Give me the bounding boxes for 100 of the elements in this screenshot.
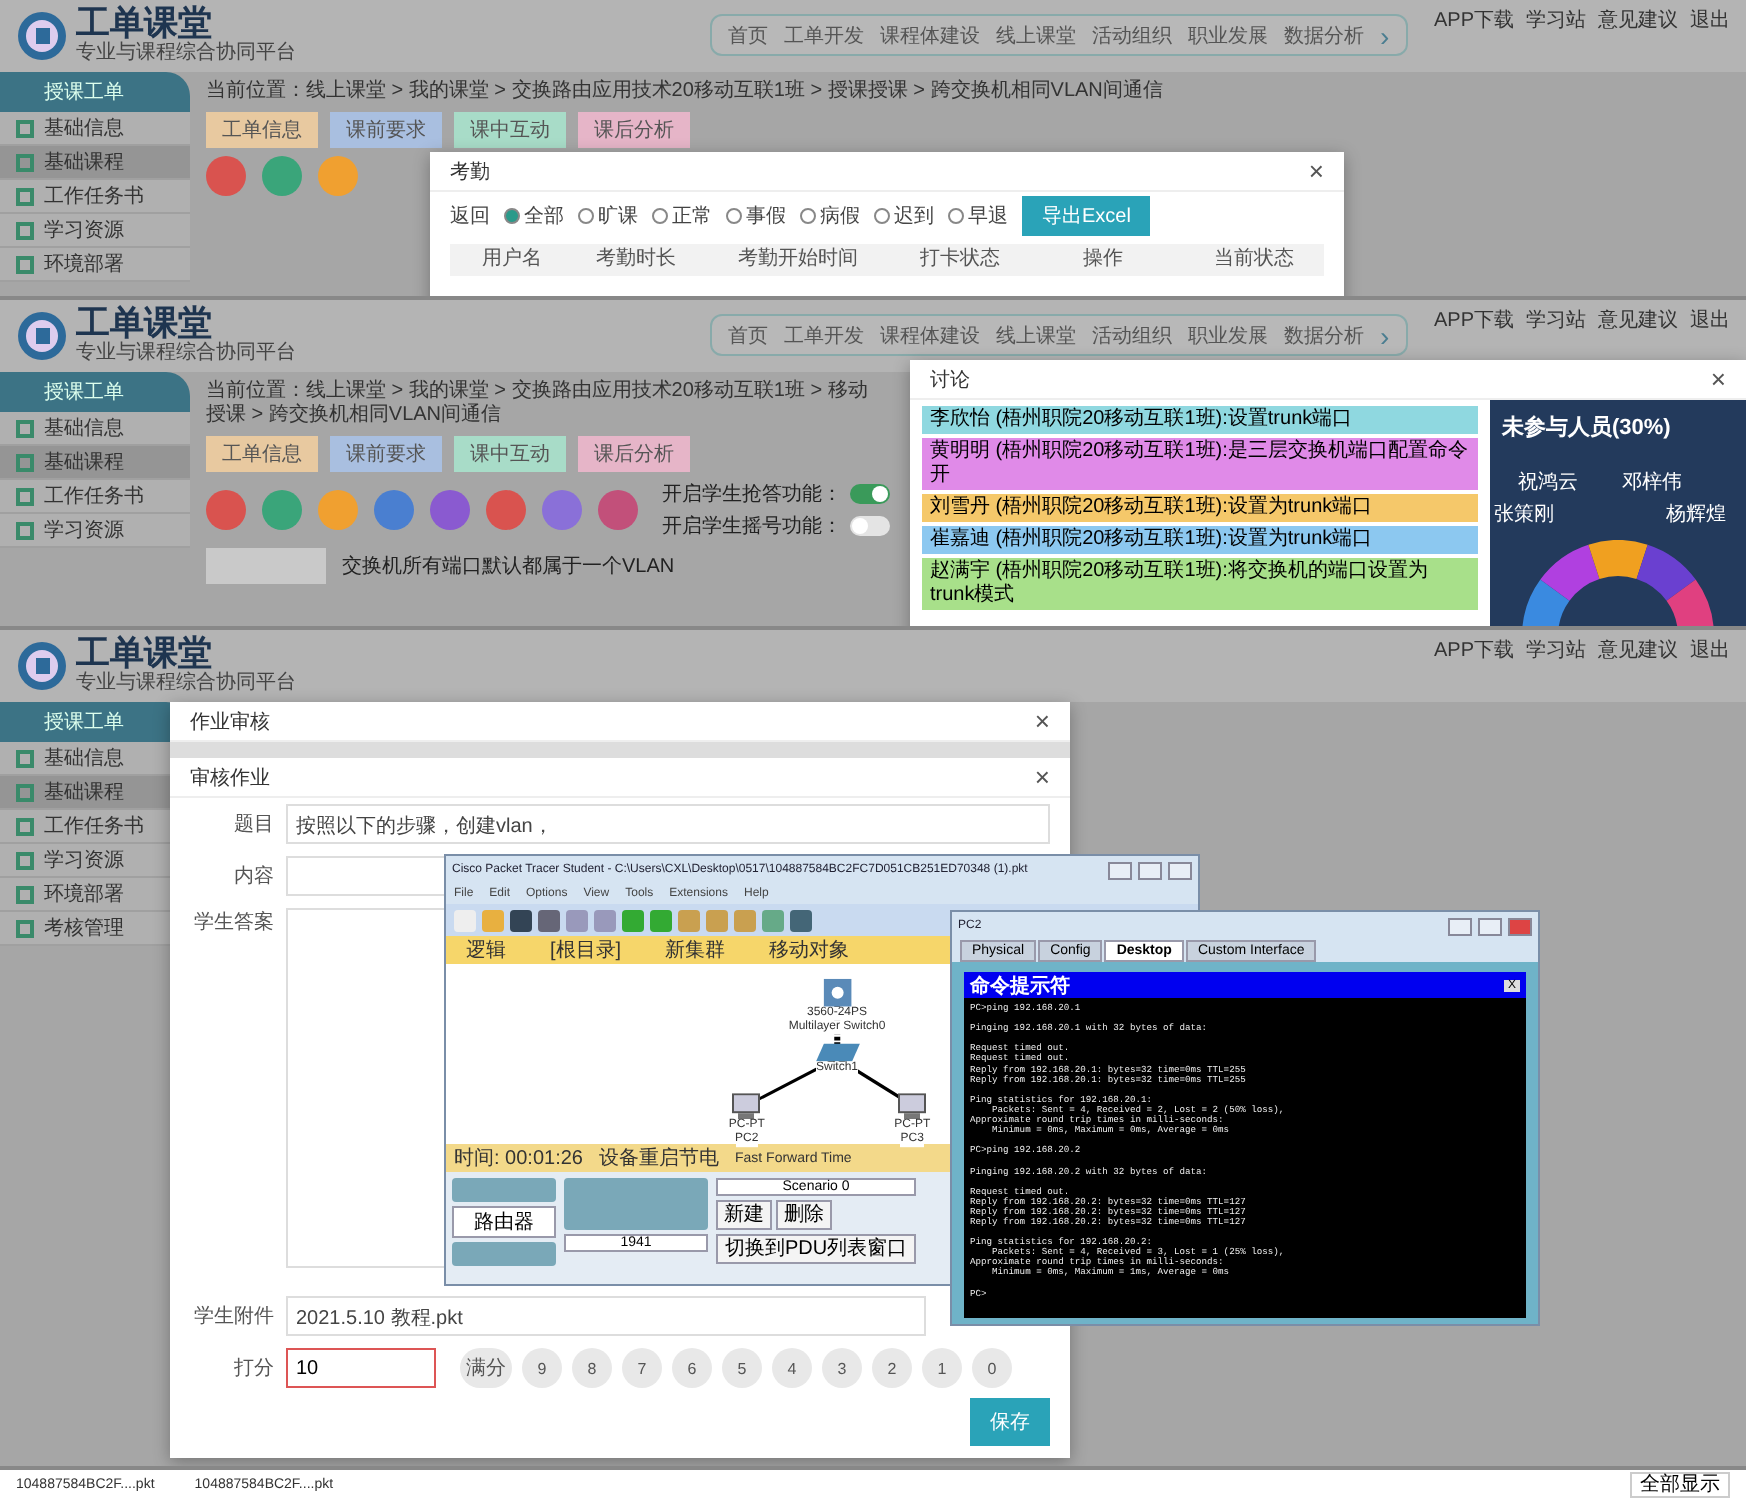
maximize-button[interactable] xyxy=(1478,917,1502,935)
new-button[interactable]: 新建 xyxy=(716,1200,772,1230)
nav-link[interactable]: 课程体建设 xyxy=(880,21,980,49)
delete-button[interactable]: 删除 xyxy=(776,1200,832,1230)
activity-icon[interactable] xyxy=(374,490,414,530)
score-option[interactable]: 2 xyxy=(872,1348,912,1388)
filter-radio[interactable]: 正常 xyxy=(652,202,712,230)
close-button[interactable]: × xyxy=(1710,366,1726,392)
activity-icon[interactable] xyxy=(206,490,246,530)
activity-icon[interactable] xyxy=(430,490,470,530)
toolbar-icon[interactable] xyxy=(538,909,560,931)
top-link[interactable]: APP下载 xyxy=(1433,636,1514,664)
page-tab[interactable]: 工单信息 xyxy=(206,436,318,472)
score-option[interactable]: 9 xyxy=(522,1348,562,1388)
filter-radio[interactable]: 早退 xyxy=(948,202,1008,230)
filter-radio[interactable]: 病假 xyxy=(800,202,860,230)
top-link[interactable]: APP下载 xyxy=(1433,306,1514,334)
nav-link[interactable]: 线上课堂 xyxy=(996,321,1076,349)
page-tab[interactable]: 课中互动 xyxy=(454,436,566,472)
nav-link[interactable]: 线上课堂 xyxy=(996,21,1076,49)
score-option[interactable]: 0 xyxy=(972,1348,1012,1388)
close-button[interactable] xyxy=(1508,917,1532,935)
filter-radio[interactable]: 迟到 xyxy=(874,202,934,230)
sidebar-item[interactable]: 学习资源 xyxy=(0,514,190,548)
top-link[interactable]: 意见建议 xyxy=(1598,636,1678,664)
top-link[interactable]: 退出 xyxy=(1690,306,1730,334)
maximize-button[interactable] xyxy=(1138,861,1162,879)
activity-icon[interactable] xyxy=(318,156,358,196)
back-link[interactable]: 返回 xyxy=(450,202,490,230)
toggle-switch[interactable] xyxy=(850,484,890,504)
sidebar-item[interactable]: 学习资源 xyxy=(0,214,190,248)
close-button[interactable]: × xyxy=(1308,158,1324,184)
activity-icon[interactable] xyxy=(262,156,302,196)
sidebar-section[interactable]: 授课工单 xyxy=(0,372,190,412)
question-text[interactable]: 交换机所有端口默认都属于一个VLAN xyxy=(342,552,675,580)
workspace-button[interactable]: 逻辑 xyxy=(466,936,506,964)
activity-icon[interactable] xyxy=(318,490,358,530)
top-link[interactable]: 意见建议 xyxy=(1598,306,1678,334)
score-option[interactable]: 满分 xyxy=(460,1348,512,1388)
close-button[interactable]: × xyxy=(1034,764,1050,790)
top-link[interactable]: 意见建议 xyxy=(1598,6,1678,34)
minimize-button[interactable] xyxy=(1448,917,1472,935)
nav-link[interactable]: 职业发展 xyxy=(1188,321,1268,349)
workspace-button[interactable]: 新集群 xyxy=(665,936,726,964)
page-tab[interactable]: 课前要求 xyxy=(330,436,442,472)
score-option[interactable]: 8 xyxy=(572,1348,612,1388)
nav-link[interactable]: 职业发展 xyxy=(1188,21,1268,49)
sidebar-item[interactable]: 基础信息 xyxy=(0,412,190,446)
score-option[interactable]: 3 xyxy=(822,1348,862,1388)
pdu-list-button[interactable]: 切换到PDU列表窗口 xyxy=(716,1234,916,1264)
nav-link[interactable]: 活动组织 xyxy=(1092,321,1172,349)
attachment-field[interactable]: 2021.5.10 教程.pkt xyxy=(286,1296,926,1336)
nav-link[interactable]: 课程体建设 xyxy=(880,321,980,349)
filter-radio[interactable]: 事假 xyxy=(726,202,786,230)
sidebar-item[interactable]: 基础课程 xyxy=(0,146,190,180)
workspace-button[interactable]: [根目录] xyxy=(550,936,622,964)
nav-link[interactable]: 工单开发 xyxy=(784,21,864,49)
activity-icon[interactable] xyxy=(542,490,582,530)
sidebar-item[interactable]: 工作任务书 xyxy=(0,480,190,514)
top-link[interactable]: 退出 xyxy=(1690,636,1730,664)
sidebar-item[interactable]: 基础课程 xyxy=(0,446,190,480)
nav-link[interactable]: 活动组织 xyxy=(1092,21,1172,49)
toolbar-icon[interactable] xyxy=(790,909,812,931)
workspace-button[interactable]: 移动对象 xyxy=(769,936,850,964)
activity-icon[interactable] xyxy=(262,490,302,530)
activity-icon[interactable] xyxy=(598,490,638,530)
sidebar-item[interactable]: 基础信息 xyxy=(0,112,190,146)
score-option[interactable]: 7 xyxy=(622,1348,662,1388)
nav-link[interactable]: 首页 xyxy=(728,21,768,49)
score-option[interactable]: 6 xyxy=(672,1348,712,1388)
page-tab[interactable]: 课后分析 xyxy=(578,112,690,148)
nav-link[interactable]: 数据分析 xyxy=(1284,321,1364,349)
score-input[interactable]: 10 xyxy=(286,1348,436,1388)
activity-icon[interactable] xyxy=(206,156,246,196)
filter-radio[interactable]: 旷课 xyxy=(578,202,638,230)
minimize-button[interactable] xyxy=(1108,861,1132,879)
activity-icon[interactable] xyxy=(486,490,526,530)
top-link[interactable]: 学习站 xyxy=(1526,6,1586,34)
show-all-button[interactable]: 全部显示 xyxy=(1630,1472,1730,1498)
toolbar-icon[interactable] xyxy=(510,909,532,931)
page-tab[interactable]: 课前要求 xyxy=(330,112,442,148)
page-tab[interactable]: 工单信息 xyxy=(206,112,318,148)
score-option[interactable]: 5 xyxy=(722,1348,762,1388)
close-button[interactable] xyxy=(1168,861,1192,879)
sidebar-item[interactable]: 环境部署 xyxy=(0,248,190,282)
top-link[interactable]: 学习站 xyxy=(1526,306,1586,334)
top-link[interactable]: 退出 xyxy=(1690,6,1730,34)
nav-link[interactable]: 工单开发 xyxy=(784,321,864,349)
close-button[interactable]: × xyxy=(1034,708,1050,734)
filter-radio[interactable]: 全部 xyxy=(504,202,564,230)
toggle-switch[interactable] xyxy=(850,516,890,536)
power-label[interactable]: 设备重启节电 xyxy=(598,1144,719,1172)
page-tab[interactable]: 课后分析 xyxy=(578,436,690,472)
top-link[interactable]: 学习站 xyxy=(1526,636,1586,664)
sidebar-item[interactable]: 工作任务书 xyxy=(0,180,190,214)
sidebar-section[interactable]: 授课工单 xyxy=(0,72,190,112)
score-option[interactable]: 1 xyxy=(922,1348,962,1388)
nav-link[interactable]: 数据分析 xyxy=(1284,21,1364,49)
score-option[interactable]: 4 xyxy=(772,1348,812,1388)
top-link[interactable]: APP下载 xyxy=(1433,6,1514,34)
